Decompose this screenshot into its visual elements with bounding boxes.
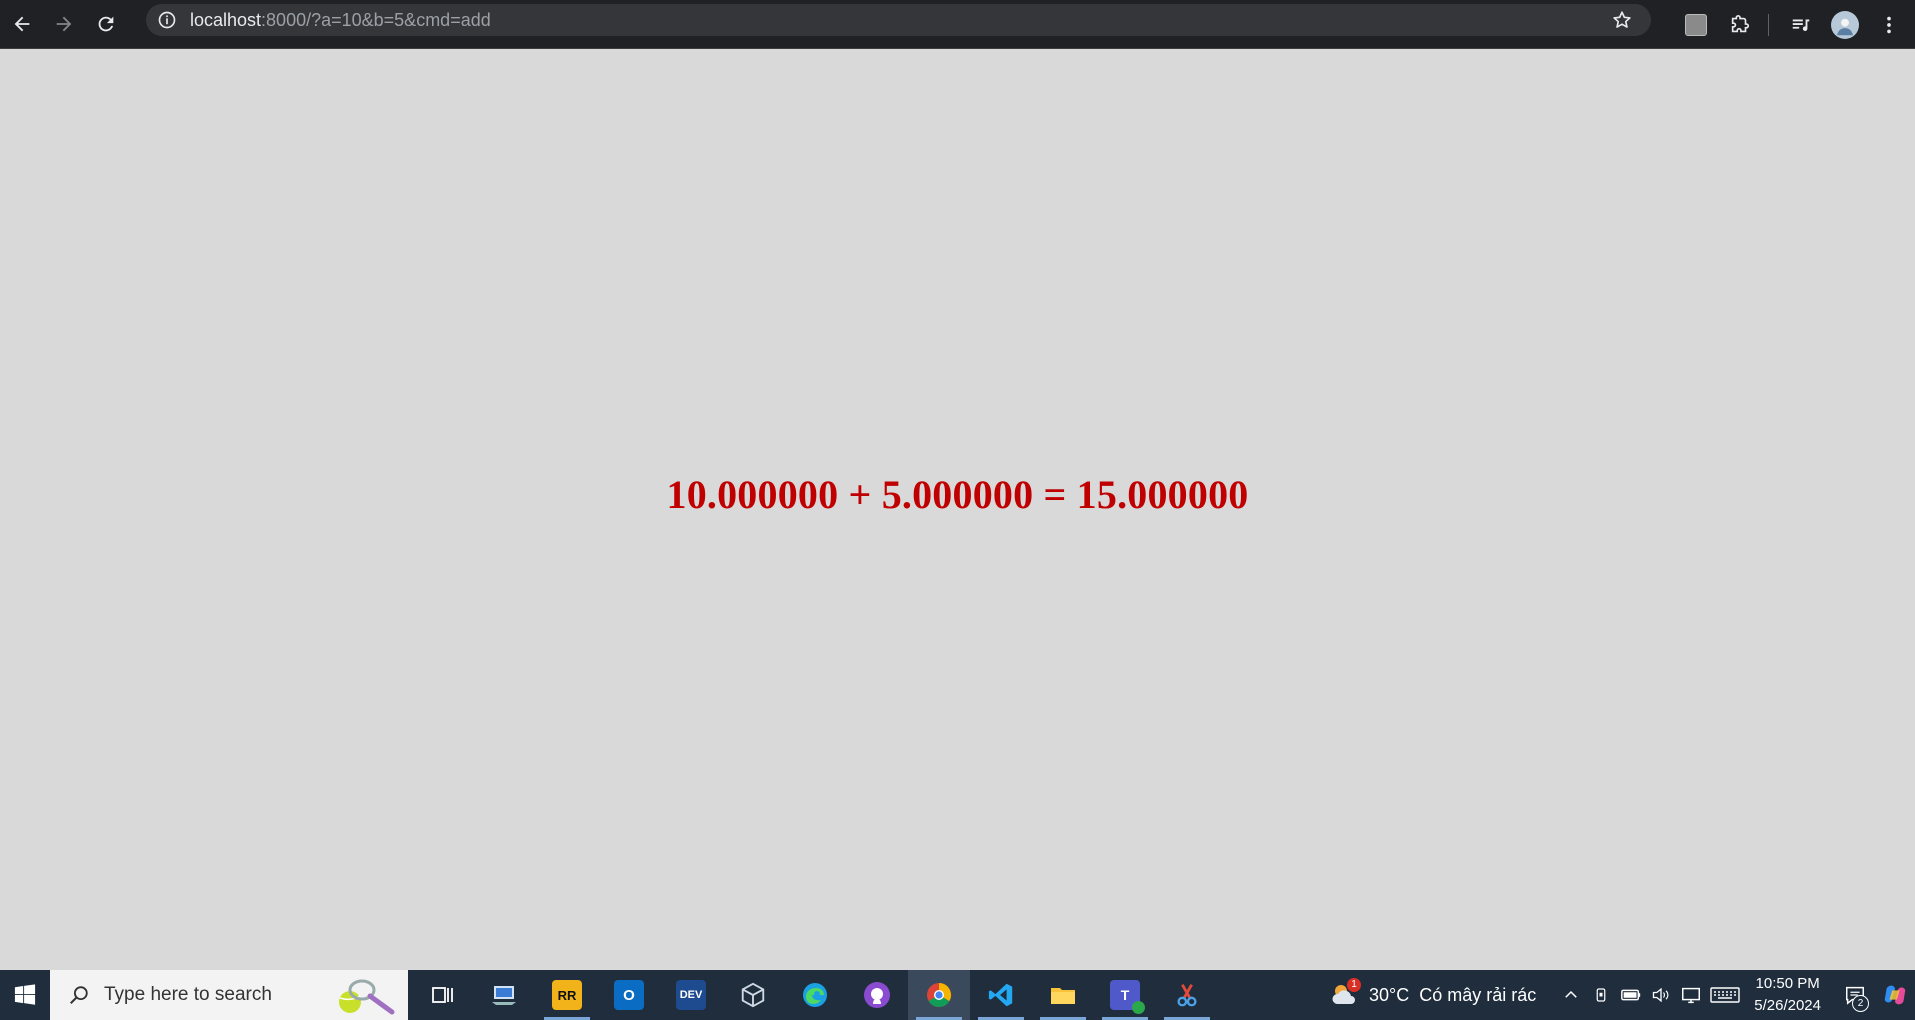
- browser-menu-button[interactable]: [1869, 5, 1909, 45]
- browser-toolbar: localhost:8000/?a=10&b=5&cmd=add: [0, 0, 1915, 49]
- back-button[interactable]: [2, 4, 42, 44]
- site-info-icon[interactable]: [156, 9, 178, 31]
- taskbar-app-edge[interactable]: [784, 970, 846, 1020]
- copilot-button[interactable]: [1875, 970, 1915, 1020]
- taskbar: Type here to search RR O DEV T 1 30°C Có…: [0, 970, 1915, 1020]
- puzzle-icon: [1731, 14, 1750, 32]
- url-text[interactable]: localhost:8000/?a=10&b=5&cmd=add: [190, 10, 491, 31]
- page-content: 10.000000 + 5.000000 = 15.000000: [0, 49, 1915, 970]
- cube-icon: [741, 982, 765, 1008]
- device-icon: [1596, 988, 1606, 1002]
- speaker-icon: [1653, 987, 1669, 1003]
- bookmark-star-icon[interactable]: [1611, 9, 1633, 31]
- taskbar-app-outlook[interactable]: O: [598, 970, 660, 1020]
- address-bar[interactable]: localhost:8000/?a=10&b=5&cmd=add: [146, 4, 1651, 36]
- start-button[interactable]: [0, 970, 50, 1020]
- taskbar-app-file-explorer[interactable]: [1032, 970, 1094, 1020]
- reload-icon: [98, 16, 114, 32]
- pinned-apps: RR O DEV T: [412, 970, 1218, 1020]
- taskbar-app-vscode[interactable]: [970, 970, 1032, 1020]
- arrow-right-icon: [56, 16, 72, 32]
- remote-desktop-icon: [492, 986, 516, 1005]
- task-view-icon: [432, 987, 453, 1003]
- taskbar-app-github-desktop[interactable]: [846, 970, 908, 1020]
- taskbar-app-teams[interactable]: T: [1094, 970, 1156, 1020]
- toolbar-actions: [1672, 0, 1915, 49]
- volume-button[interactable]: [1648, 970, 1674, 1020]
- battery-icon: [1621, 989, 1641, 1001]
- taskbar-clock[interactable]: 10:50 PM 5/26/2024: [1754, 973, 1821, 1017]
- avatar: [1831, 10, 1859, 39]
- weather-description: Có mây rải rác: [1419, 984, 1537, 1005]
- chevron-up-icon: [1565, 990, 1578, 998]
- clock-date: 5/26/2024: [1754, 997, 1821, 1014]
- taskbar-app-remote-desktop[interactable]: [474, 970, 536, 1020]
- scissors-icon: [1177, 984, 1197, 1007]
- github-icon: [864, 982, 890, 1008]
- vscode-icon: [988, 983, 1013, 1007]
- weather-widget[interactable]: 1 30°C Có mây rải rác: [1329, 978, 1537, 1010]
- partly-cloudy-icon: 1: [1329, 978, 1362, 1010]
- extension-button[interactable]: [1676, 5, 1716, 45]
- rr-preview-icon: RR: [552, 980, 582, 1010]
- taskbar-app-devexpress[interactable]: DEV: [660, 970, 722, 1020]
- arrow-left-icon: [14, 16, 30, 32]
- more-vert-icon: [1887, 16, 1891, 33]
- system-tray: 1 30°C Có mây rải rác 10:50 PM 5/26/2024: [1329, 970, 1915, 1020]
- media-control-button[interactable]: [1781, 5, 1821, 45]
- weather-temperature: 30°C: [1369, 984, 1410, 1005]
- folder-icon: [1051, 988, 1075, 1004]
- calculation-result: 10.000000 + 5.000000 = 15.000000: [666, 472, 1249, 517]
- search-icon: [70, 986, 88, 1004]
- battery-button[interactable]: [1618, 970, 1644, 1020]
- taskbar-app-snipping-tool[interactable]: [1156, 970, 1218, 1020]
- task-view-button[interactable]: [412, 970, 474, 1020]
- tray-device-button[interactable]: [1588, 970, 1614, 1020]
- touch-keyboard-button[interactable]: [1708, 970, 1742, 1020]
- toolbar-separator: [1768, 13, 1769, 36]
- taskbar-app-chrome[interactable]: [908, 970, 970, 1020]
- playlist-icon: [1792, 19, 1810, 31]
- forward-button[interactable]: [44, 4, 84, 44]
- show-hidden-icons-button[interactable]: [1558, 970, 1584, 1020]
- search-placeholder: Type here to search: [104, 984, 272, 1005]
- taskbar-app-virtualbox[interactable]: [722, 970, 784, 1020]
- network-icon: [1682, 987, 1701, 1004]
- teams-icon: T: [1110, 980, 1145, 1014]
- status-available-icon: [1132, 1001, 1145, 1014]
- outlook-icon: O: [614, 980, 644, 1010]
- profile-button[interactable]: [1825, 5, 1865, 45]
- extension-icon: [1685, 13, 1707, 36]
- notification-count-badge: 2: [1852, 995, 1869, 1012]
- network-button[interactable]: [1678, 970, 1704, 1020]
- search-highlight-icon: [339, 979, 395, 1015]
- taskbar-app-rr-preview[interactable]: RR: [536, 970, 598, 1020]
- extensions-menu-button[interactable]: [1720, 5, 1760, 45]
- weather-badge: 1: [1347, 978, 1362, 992]
- teams-icon-label: T: [1120, 987, 1130, 1003]
- windows-logo-icon: [14, 984, 36, 1005]
- taskbar-search[interactable]: Type here to search: [50, 970, 408, 1020]
- reload-button[interactable]: [86, 4, 126, 44]
- edge-icon: [803, 983, 827, 1007]
- devexpress-icon: DEV: [676, 980, 706, 1010]
- chrome-icon: [927, 983, 952, 1008]
- notification-center-button[interactable]: 2: [1835, 970, 1875, 1020]
- clock-time: 10:50 PM: [1755, 975, 1820, 992]
- url-path: :8000/?a=10&b=5&cmd=add: [261, 9, 491, 30]
- keyboard-icon: [1710, 987, 1740, 1003]
- url-host: localhost: [190, 9, 262, 30]
- copilot-icon: [1884, 985, 1906, 1005]
